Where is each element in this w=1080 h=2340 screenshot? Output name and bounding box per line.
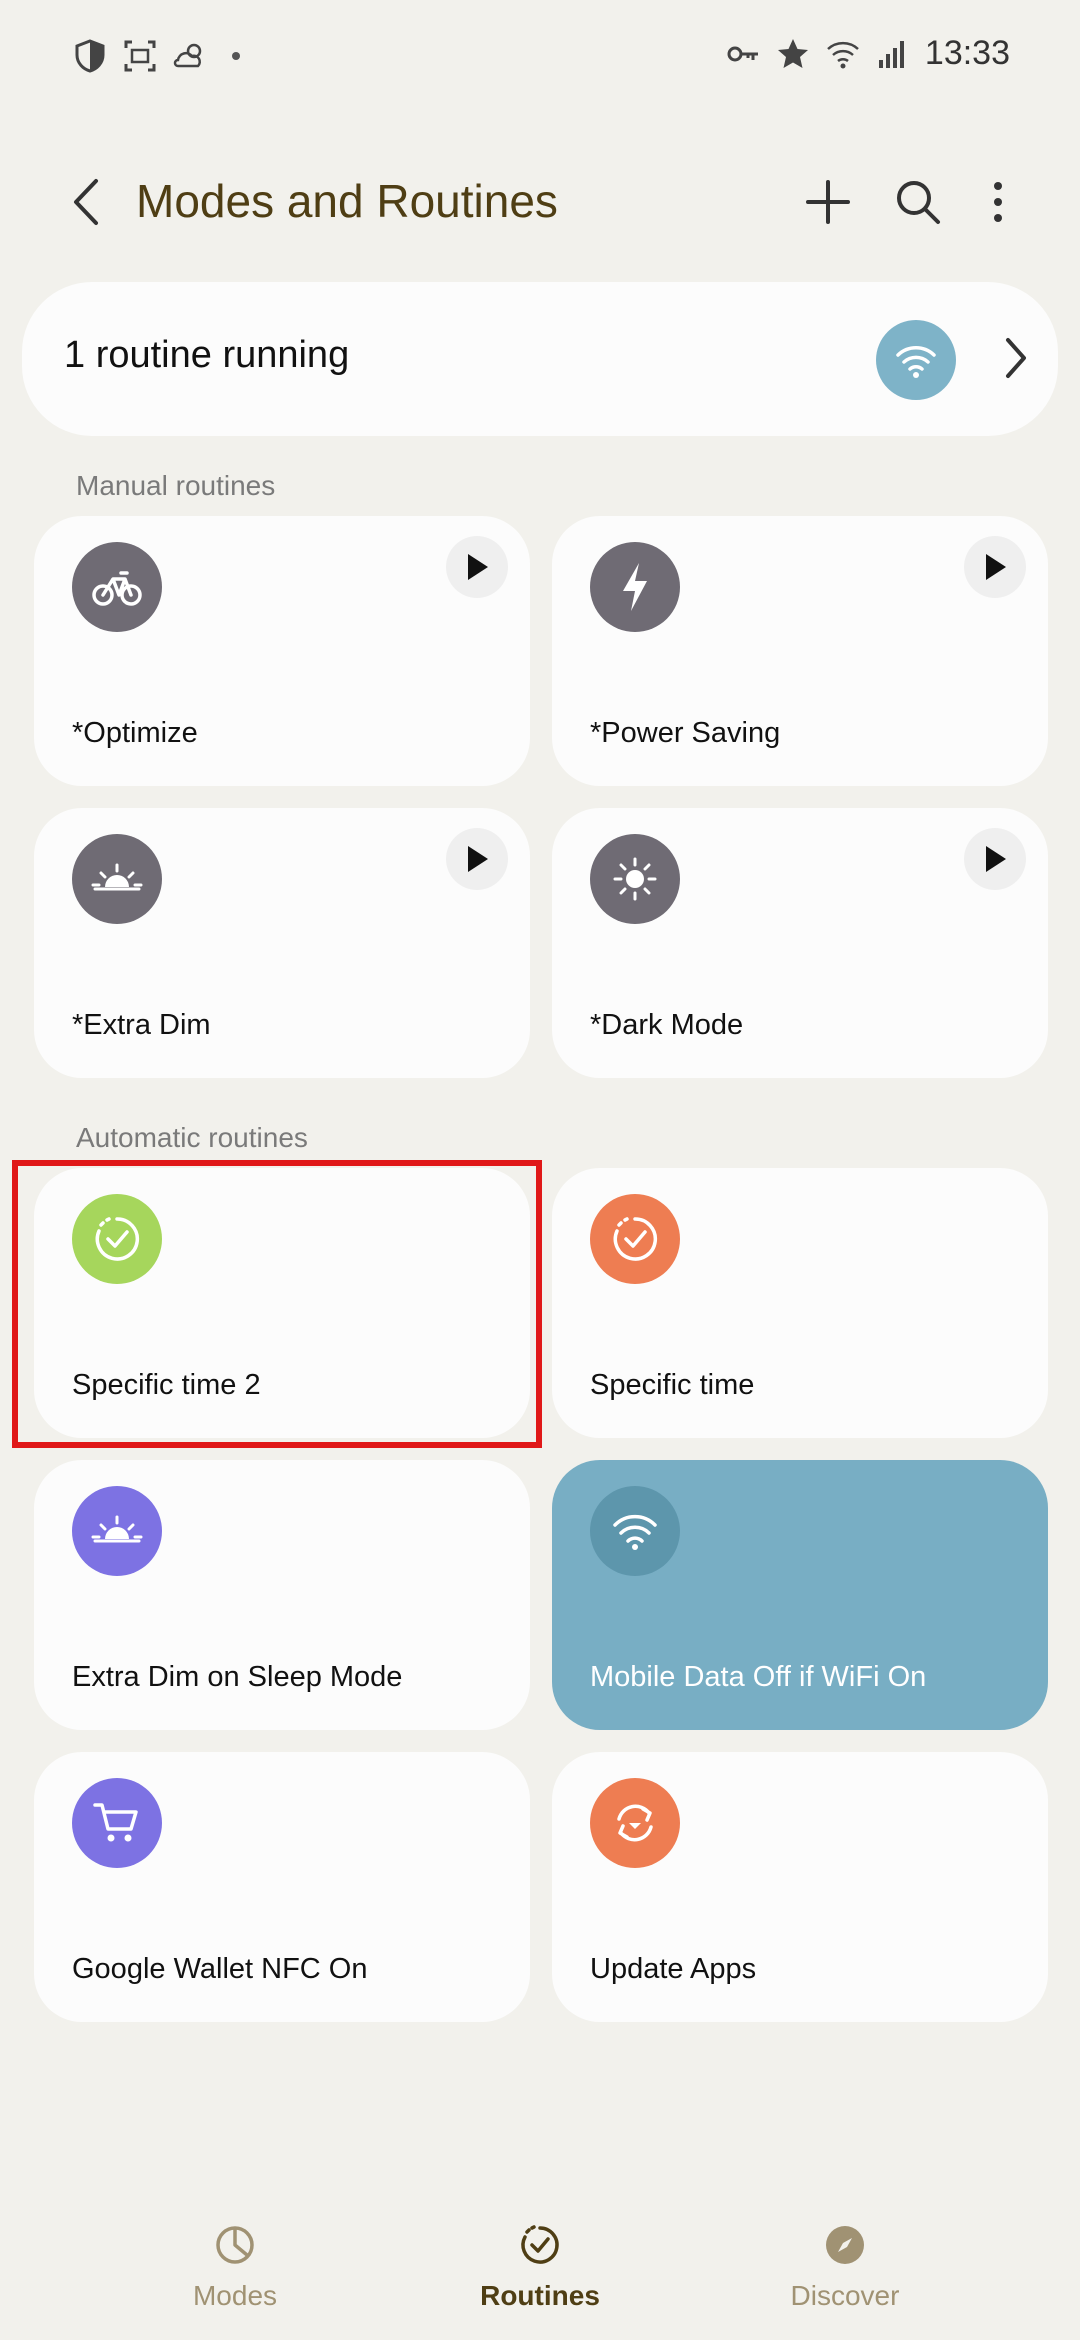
routines-running-card[interactable]: 1 routine running [22,282,1058,436]
routine-tile-extra-dim-sleep[interactable]: Extra Dim on Sleep Mode [34,1460,530,1730]
routine-label: *Dark Mode [590,1009,744,1041]
routine-tile-update-apps[interactable]: Update Apps [552,1752,1048,2022]
bottom-navigation: Modes Routines Discover [0,2220,1080,2340]
running-count-text: 1 routine running [64,334,350,376]
wifi-icon [590,1486,680,1576]
automatic-routines-heading: Automatic routines [76,1122,308,1153]
wifi-icon [825,36,861,72]
routine-label: Mobile Data Off if WiFi On [590,1661,927,1693]
bike-icon [72,542,162,632]
routine-label: *Power Saving [590,717,781,749]
back-button[interactable] [56,172,116,232]
app-header: Modes and Routines [0,160,1080,244]
play-button[interactable] [446,828,508,890]
modes-icon [210,2220,260,2270]
star-icon [775,36,811,72]
play-icon [986,554,1006,580]
routine-tile-optimize[interactable]: *Optimize [34,516,530,786]
play-button[interactable] [446,536,508,598]
sunset-icon [72,834,162,924]
lightning-icon [590,542,680,632]
sun-icon [590,834,680,924]
more-options-button[interactable] [968,172,1028,232]
routine-label: Update Apps [590,1953,757,1985]
status-left-icons [72,38,240,74]
wifi-icon [896,346,936,378]
plus-icon [806,180,850,224]
routine-tile-power-saving[interactable]: *Power Saving [552,516,1048,786]
search-button[interactable] [888,172,948,232]
refresh-icon [590,1778,680,1868]
play-icon [468,554,488,580]
screenshot-icon [122,38,158,74]
routine-tile-extra-dim[interactable]: *Extra Dim [34,808,530,1078]
clock-check-icon [590,1194,680,1284]
play-icon [468,846,488,872]
routines-icon [515,2220,565,2270]
running-routine-icon [876,320,956,400]
vpn-key-icon [725,36,761,72]
routine-tile-mobile-data-off[interactable]: Mobile Data Off if WiFi On [552,1460,1048,1730]
routine-tile-specific-time[interactable]: Specific time [552,1168,1048,1438]
routine-tile-google-wallet-nfc[interactable]: Google Wallet NFC On [34,1752,530,2022]
signal-icon [875,36,911,72]
play-icon [986,846,1006,872]
status-right-icons: 13:33 [725,34,1010,73]
nav-tab-discover[interactable]: Discover [725,2220,965,2312]
nav-label-discover: Discover [790,2280,900,2311]
cart-icon [72,1778,162,1868]
routine-label: Extra Dim on Sleep Mode [72,1661,403,1693]
manual-routines-heading: Manual routines [76,470,276,501]
play-button[interactable] [964,536,1026,598]
nav-label-routines: Routines [480,2280,600,2311]
selection-highlight [12,1160,542,1448]
weather-icon [172,38,208,74]
page-title: Modes and Routines [136,175,558,227]
add-routine-button[interactable] [798,172,858,232]
play-button[interactable] [964,828,1026,890]
nav-tab-routines[interactable]: Routines [420,2220,660,2312]
shield-icon [72,38,108,74]
discover-compass-icon [820,2220,870,2270]
routine-label: *Extra Dim [72,1009,211,1041]
status-time: 13:33 [924,34,1010,72]
nav-tab-modes[interactable]: Modes [115,2220,355,2312]
routine-label: Google Wallet NFC On [72,1953,368,1985]
sunset-icon [72,1486,162,1576]
routine-label: Specific time [590,1369,755,1401]
more-vert-icon [994,182,1002,222]
nav-label-modes: Modes [192,2280,278,2311]
search-icon [897,181,940,224]
routine-tile-dark-mode[interactable]: *Dark Mode [552,808,1048,1078]
chevron-right-icon [994,328,1038,388]
notification-dot-icon [232,52,240,60]
status-bar: 13:33 [0,0,1080,120]
back-arrow-icon [74,179,98,225]
routine-label: *Optimize [72,717,198,749]
